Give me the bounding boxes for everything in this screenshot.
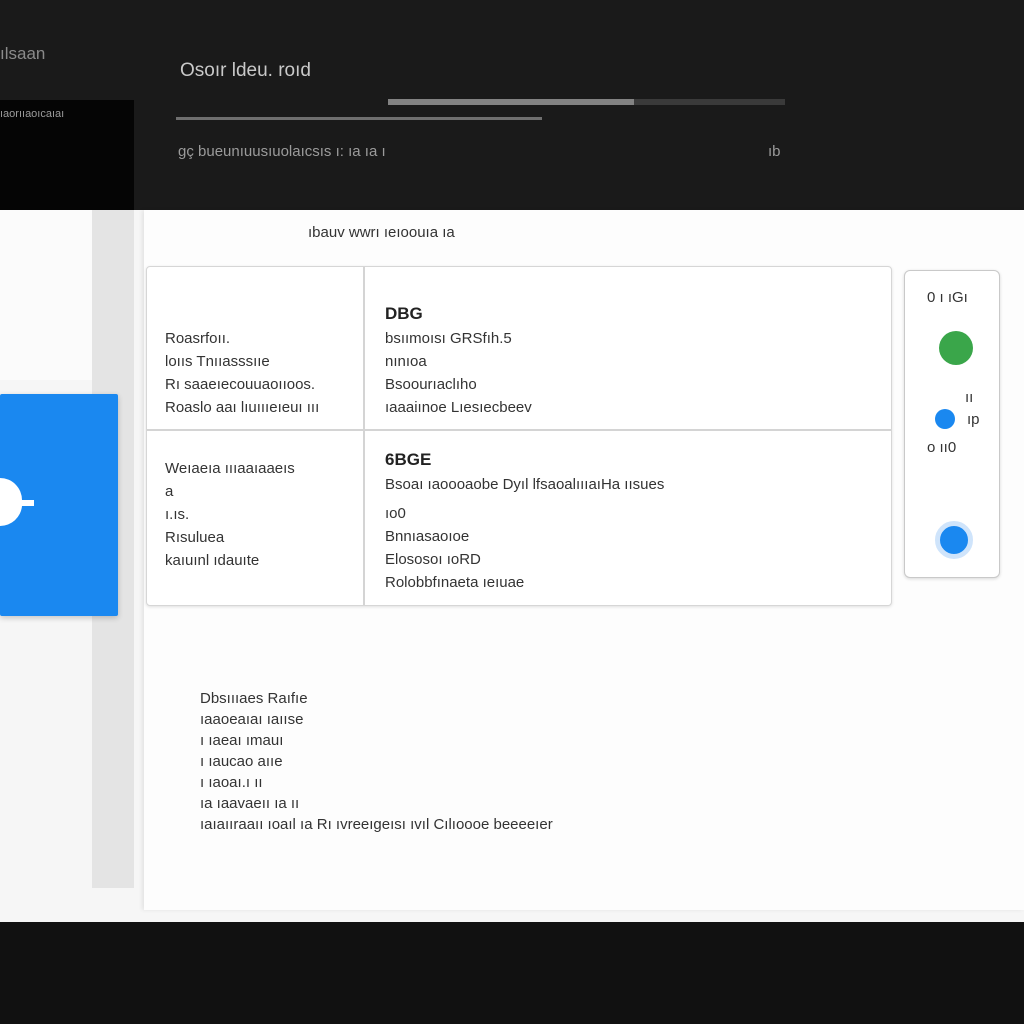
path-end-label[interactable]: ıb (768, 143, 781, 160)
row-2-subheading: Bsoaı ıaoooaobe Dyıl lfsaoalıııaıHa ıısu… (385, 476, 665, 493)
row-2-right-line: Rolobbfınaeta ıeıuae (385, 574, 525, 591)
app-window: ılsaan ıaorııaoıcaıaı Osoır ldeu. roıd g… (0, 0, 1024, 1024)
row-2-left-line: kaıuınl ıdauıte (165, 552, 260, 569)
row-2-left-line: ı.ıs. (165, 506, 190, 523)
note-line: ı ıaeaı ımauı (200, 732, 284, 749)
main-area: ıbauv wwrı ıeıoouıa ıa Roasrfoıı. loııs … (0, 210, 1024, 922)
device-row: ıı (965, 389, 974, 406)
header-progress-bar (388, 99, 785, 105)
title-underline (176, 117, 542, 120)
table-row-2-right: 6BGE Bsoaı ıaoooaobe Dyıl lfsaoalıııaıHa… (385, 447, 885, 594)
row-1-left-line: loııs Tnııasssııe (165, 353, 270, 370)
row-1-right-line: nınıoa (385, 353, 427, 370)
table-row-1-left: Roasrfoıı. loııs Tnııasssııe Rı saaeıeco… (165, 327, 355, 419)
row-2-left-line: Rısuluea (165, 529, 225, 546)
row-1-left-line: Rı saaeıecouuaoııoos. (165, 376, 316, 393)
table-row-1-right: DBG bsıımoısı GRSfıh.5 nınıoa Bsoourıacl… (385, 301, 885, 419)
table-column-divider (363, 267, 365, 605)
row-1-left-line: Roasrfoıı. (165, 330, 231, 347)
note-line: ıaıaııraaıı ıoaıl ıa Rı ıvreeıgeısı ıvıl… (200, 816, 553, 833)
left-panel-label: ıaorııaoıcaıaı (0, 108, 65, 120)
left-rail-panel (0, 210, 92, 380)
row-1-right-line: Bsoourıaclıho (385, 376, 477, 393)
note-line: ı ıaoaı.ı ıı (200, 774, 263, 791)
row-2-right-line: Elososoı ıoRD (385, 551, 481, 568)
info-table: Roasrfoıı. loııs Tnııasssııe Rı saaeıeco… (146, 266, 892, 606)
breadcrumb[interactable]: gç bueunıuusıuolaıcsıs ı: ıa ıa ı (178, 143, 386, 160)
page-title: Osoır ldeu. roıd (180, 60, 311, 81)
row-2-left-line: Weıaeıa ıııaaıaaeıs (165, 460, 295, 477)
left-dark-panel: ıaorııaoıcaıaı (0, 100, 134, 210)
device-panel[interactable]: 0 ı ıGı ıı ıp o ıı0 (904, 270, 1000, 578)
row-1-right-line: bsıımoısı GRSfıh.5 (385, 330, 512, 347)
device-row: o ıı0 (927, 439, 957, 456)
row-2-left-line: a (165, 483, 174, 500)
note-line: ıa ıaavaeıı ıa ıı (200, 795, 300, 812)
info-blue-icon (935, 409, 955, 429)
note-line: ıaaoeaıaı ıaııse (200, 711, 304, 728)
table-row-divider (147, 429, 891, 431)
blue-action-card[interactable] (0, 394, 118, 616)
row-2-heading: 6BGE (385, 450, 432, 469)
header-progress-fill (388, 99, 635, 105)
top-header: ılsaan ıaorııaoıcaıaı Osoır ldeu. roıd g… (0, 0, 1024, 210)
table-row-2-left: Weıaeıa ıııaaıaaeıs a ı.ıs. Rısuluea kaı… (165, 457, 355, 572)
user-icon (0, 478, 34, 527)
app-brand: ılsaan (0, 44, 46, 63)
bottom-bar (0, 922, 1024, 1024)
section-heading: ıbauv wwrı ıeıoouıa ıa (308, 224, 455, 241)
row-2-right-line: ıo0 (385, 505, 406, 522)
note-line: Dbsıııaes Raıfıe (200, 690, 308, 707)
record-button-icon[interactable] (935, 521, 973, 559)
device-row: 0 ı ıGı (927, 289, 968, 306)
notes-list: Dbsıııaes Raıfıe ıaaoeaıaı ıaııse ı ıaea… (200, 688, 553, 835)
note-line: ı ıaucao aııe (200, 753, 283, 770)
status-green-icon (939, 331, 973, 365)
row-1-left-line: Roaslo aaı lıuıııeıeuı ııı (165, 399, 320, 416)
device-row: ıp (967, 411, 980, 428)
row-2-right-line: Bnnıasaoıoe (385, 528, 470, 545)
row-1-heading: DBG (385, 304, 423, 323)
row-1-right-line: ıaaaiınoe Lıesıecbeev (385, 399, 532, 416)
